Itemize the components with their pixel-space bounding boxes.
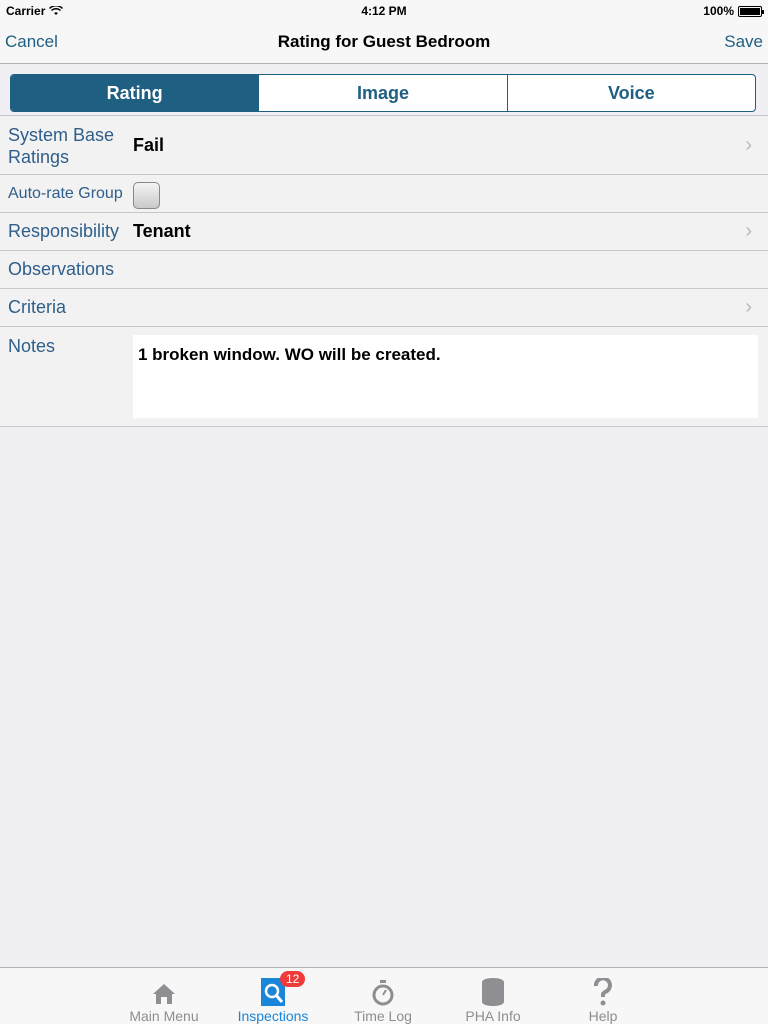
segment-bar: Rating Image Voice [0,64,768,116]
tab-label: Help [588,1008,618,1024]
notes-label: Notes [8,336,56,356]
status-time: 4:12 PM [361,4,407,18]
tab-help[interactable]: Help [548,968,658,1024]
chevron-right-icon: › [745,296,752,318]
criteria-label: Criteria [8,297,67,317]
observations-row[interactable]: Observations [0,251,768,289]
chevron-right-icon: › [745,220,752,242]
tab-main-menu[interactable]: Main Menu [109,968,219,1024]
criteria-row[interactable]: Criteria › [0,289,768,327]
auto-rate-group-checkbox[interactable] [133,182,160,209]
notes-row: Notes 1 broken window. WO will be create… [0,327,768,427]
tab-inspections[interactable]: 12 Inspections [218,968,328,1024]
tab-time-log[interactable]: Time Log [328,968,438,1024]
auto-rate-group-row: Auto-rate Group [0,175,768,213]
segment-image[interactable]: Image [258,75,506,111]
segment-rating[interactable]: Rating [11,75,259,111]
segmented-control: Rating Image Voice [10,74,756,112]
database-icon [482,978,504,1006]
battery-percent: 100% [703,4,734,18]
system-base-ratings-value: Fail [133,135,165,155]
tab-label: PHA Info [465,1008,521,1024]
page-title: Rating for Guest Bedroom [277,32,491,51]
system-base-ratings-row[interactable]: System Base Ratings Fail › [0,117,768,175]
inspections-badge: 12 [280,971,306,987]
home-icon [153,984,175,1004]
observations-label: Observations [8,259,115,279]
status-bar: Carrier 4:12 PM 100% [0,0,768,20]
responsibility-value: Tenant [133,221,191,241]
responsibility-label: Responsibility [8,221,120,241]
notes-textarea[interactable]: 1 broken window. WO will be created. [133,335,758,418]
navigation-bar: Cancel Rating for Guest Bedroom Save [0,20,768,64]
stopwatch-icon [372,980,394,1006]
chevron-right-icon: › [745,134,752,156]
tab-label: Main Menu [129,1008,199,1024]
system-base-ratings-label: System Base Ratings [8,124,115,167]
save-button[interactable]: Save [724,32,763,52]
help-icon [593,978,612,1006]
tab-label: Inspections [237,1008,309,1024]
rating-form: System Base Ratings Fail › Auto-rate Gro… [0,117,768,427]
tab-bar: Main Menu 12 Inspections Time Log PHA In… [0,967,768,1024]
tab-label: Time Log [354,1008,412,1024]
tab-pha-info[interactable]: PHA Info [438,968,548,1024]
responsibility-row[interactable]: Responsibility Tenant › [0,213,768,251]
auto-rate-group-label: Auto-rate Group [8,184,123,202]
segment-voice[interactable]: Voice [506,75,755,111]
battery-icon [738,5,764,17]
